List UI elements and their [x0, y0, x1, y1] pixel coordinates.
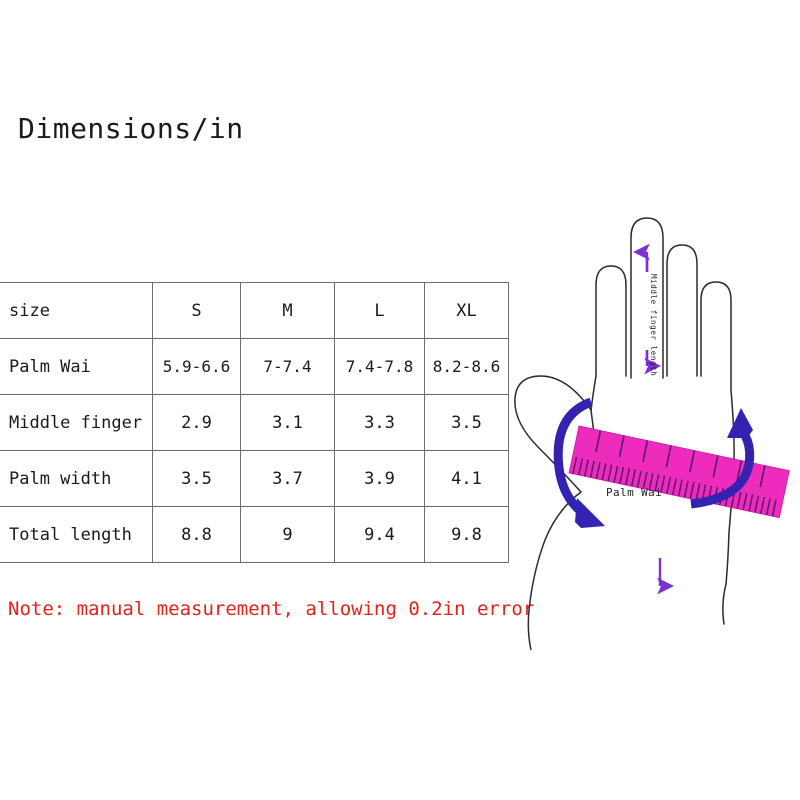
column-header-s: S: [152, 282, 241, 339]
size-chart-table: size S M L XL Palm Wai 5.9-6.6 7-7.4 7.4…: [0, 282, 509, 563]
row-label-middle-finger: Middle finger: [0, 394, 153, 451]
ruler-icon: [568, 425, 790, 519]
hand-measurement-diagram: Middle finger length Palm Wai: [495, 180, 800, 650]
middle-finger-length-measure: Middle finger length: [633, 243, 661, 376]
wrap-arrow-left-head: [575, 498, 605, 528]
measurement-note: Note: manual measurement, allowing 0.2in…: [8, 598, 535, 620]
table-row: Middle finger 2.9 3.1 3.3 3.5: [0, 394, 509, 451]
table-row: Palm Wai 5.9-6.6 7-7.4 7.4-7.8 8.2-8.6: [0, 338, 509, 395]
cell-palm-width-m: 3.7: [240, 450, 335, 507]
row-label-palm-wai: Palm Wai: [0, 338, 153, 395]
column-header-l: L: [334, 282, 425, 339]
table-header-row: size S M L XL: [0, 282, 509, 339]
cell-palm-wai-m: 7-7.4: [240, 338, 335, 395]
cell-middle-finger-m: 3.1: [240, 394, 335, 451]
wrap-arrow-right-head: [727, 408, 753, 438]
row-label-palm-width: Palm width: [0, 450, 153, 507]
cell-total-length-m: 9: [240, 506, 335, 563]
palm-wai-label: Palm Wai: [606, 486, 662, 499]
row-label-total-length: Total length: [0, 506, 153, 563]
hand-outline-icon: [514, 217, 735, 650]
cell-palm-width-s: 3.5: [152, 450, 241, 507]
column-header-m: M: [240, 282, 335, 339]
table-row: Total length 8.8 9 9.4 9.8: [0, 506, 509, 563]
cell-middle-finger-l: 3.3: [334, 394, 425, 451]
cell-middle-finger-s: 2.9: [152, 394, 241, 451]
table-row: Palm width 3.5 3.7 3.9 4.1: [0, 450, 509, 507]
size-chart-table-container: size S M L XL Palm Wai 5.9-6.6 7-7.4 7.4…: [0, 282, 509, 563]
cell-palm-wai-l: 7.4-7.8: [334, 338, 425, 395]
column-header-size: size: [0, 282, 153, 339]
cell-total-length-s: 8.8: [152, 506, 241, 563]
middle-finger-length-label: Middle finger length: [649, 274, 658, 376]
cell-palm-wai-s: 5.9-6.6: [152, 338, 241, 395]
cell-total-length-l: 9.4: [334, 506, 425, 563]
cell-palm-width-l: 3.9: [334, 450, 425, 507]
page-title: Dimensions/in: [18, 112, 244, 145]
